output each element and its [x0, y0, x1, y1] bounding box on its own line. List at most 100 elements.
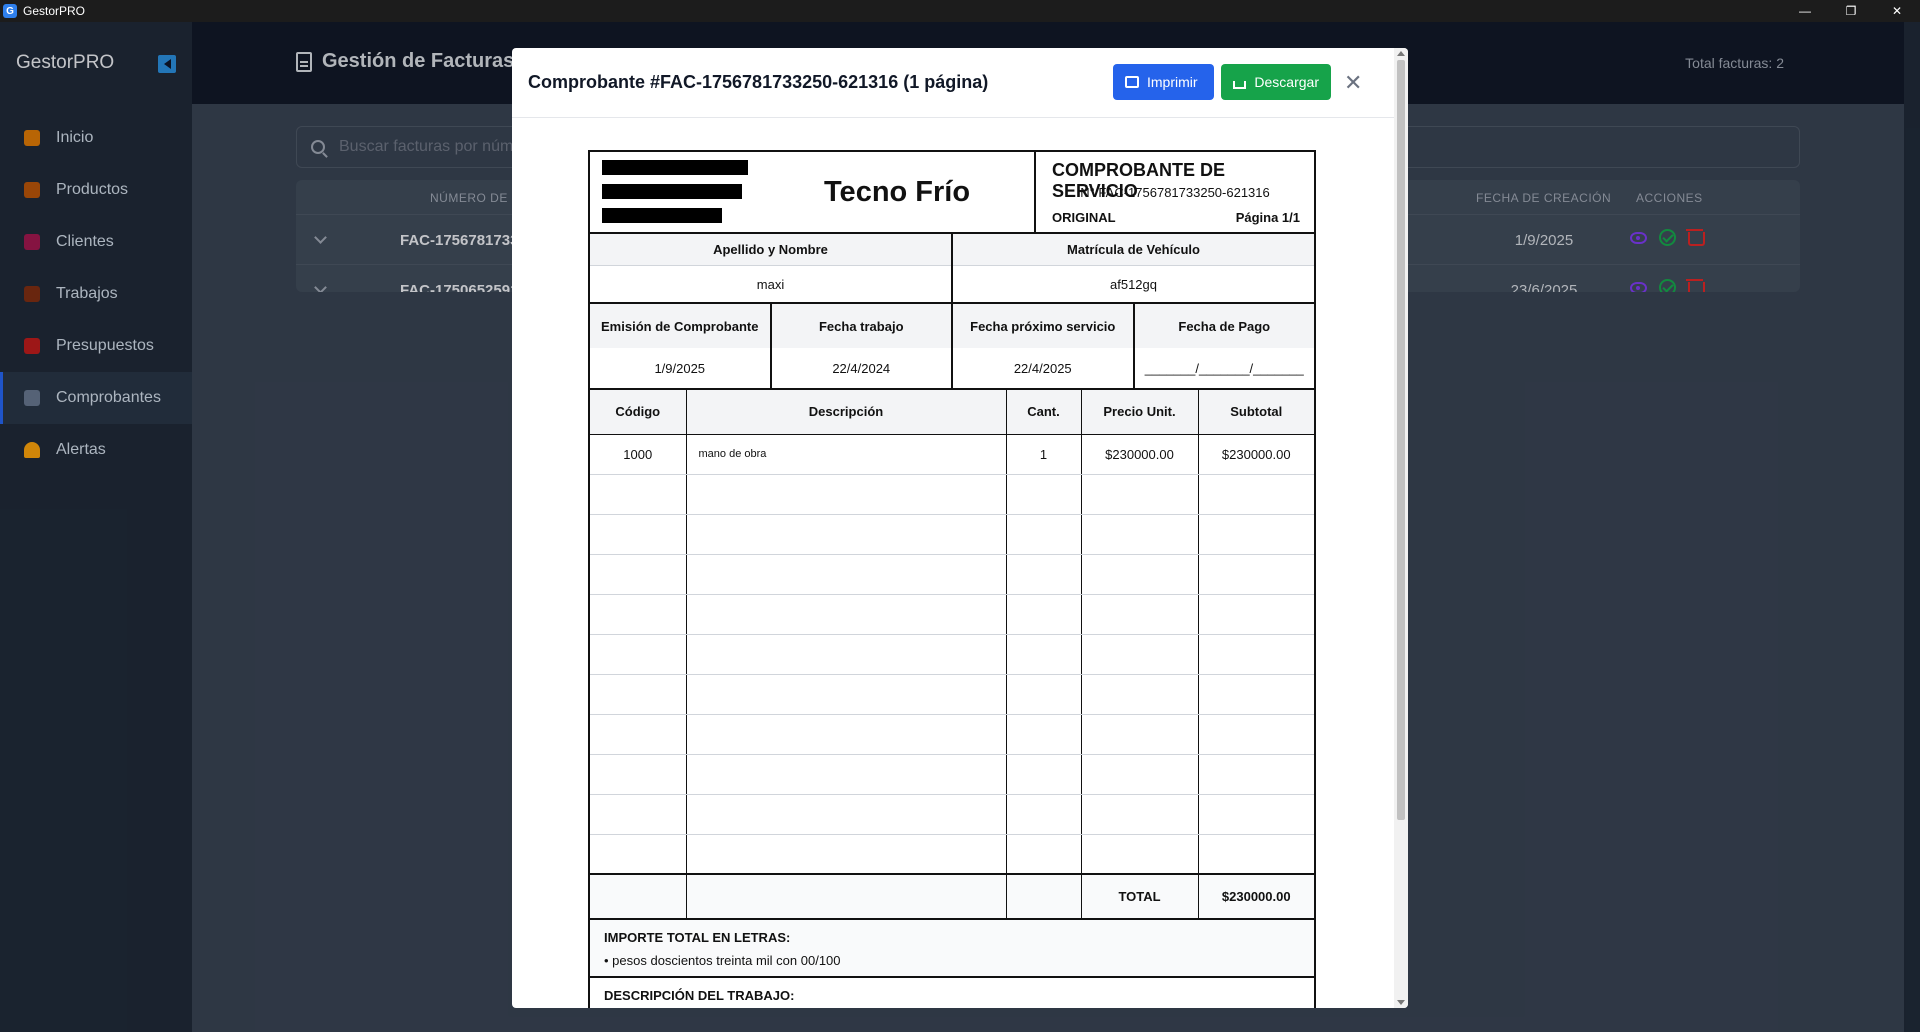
- modal-header: Comprobante #FAC-1756781733250-621316 (1…: [512, 48, 1408, 118]
- print-button[interactable]: Imprimir: [1113, 64, 1214, 100]
- close-window-button[interactable]: ✕: [1874, 0, 1920, 22]
- empty-item-row: [590, 634, 1314, 675]
- items-header-row: Código Descripción Cant. Precio Unit. Su…: [590, 390, 1314, 435]
- date-value: 1/9/2025: [654, 360, 706, 376]
- company-block: Tecno Frío: [590, 152, 1036, 232]
- empty-cell: [1081, 594, 1199, 635]
- empty-cell: [1006, 594, 1082, 635]
- empty-cell: [1006, 714, 1082, 755]
- client-value: maxi: [756, 276, 785, 292]
- minimize-button[interactable]: —: [1782, 0, 1828, 22]
- total-label: TOTAL: [1081, 873, 1199, 918]
- item-row: 1000 mano de obra 1 $230000.00 $230000.0…: [590, 434, 1314, 475]
- plate-cell: Matrícula de Vehículo af512gq: [953, 234, 1314, 302]
- empty-cell: [590, 794, 687, 835]
- empty-cell: [1006, 834, 1082, 874]
- empty-cell: [590, 714, 687, 755]
- date-cell: Emisión de Comprobante 1/9/2025: [590, 304, 772, 388]
- item-subtotal: $230000.00: [1198, 434, 1314, 475]
- items-body: 1000 mano de obra 1 $230000.00 $230000.0…: [590, 434, 1314, 874]
- empty-cell: [590, 514, 687, 555]
- app-logo-icon: G: [3, 4, 17, 18]
- empty-cell: [686, 754, 1007, 795]
- empty-cell: [686, 634, 1007, 675]
- date-value: _______/_______/_______: [1144, 360, 1304, 376]
- column-header-codigo: Código: [590, 390, 687, 435]
- item-codigo: 1000: [590, 434, 687, 475]
- scroll-up-icon[interactable]: [1397, 51, 1405, 56]
- empty-item-row: [590, 674, 1314, 715]
- date-cell: Fecha de Pago _______/_______/_______: [1134, 304, 1314, 388]
- invoice-document: Tecno Frío COMPROBANTE DE SERVICIO N° FA…: [588, 150, 1316, 1008]
- restore-button[interactable]: ❐: [1828, 0, 1874, 22]
- date-header: Fecha de Pago: [1134, 304, 1314, 348]
- empty-item-row: [590, 474, 1314, 515]
- empty-cell: [1006, 474, 1082, 515]
- company-name: Tecno Frío: [824, 176, 971, 208]
- empty-cell: [1198, 754, 1314, 795]
- empty-cell: [686, 674, 1007, 715]
- empty-cell: [1081, 714, 1199, 755]
- total-empty: [1006, 873, 1082, 918]
- client-cell: Apellido y Nombre maxi: [590, 234, 953, 302]
- empty-cell: [1198, 514, 1314, 555]
- modal-scrollbar[interactable]: [1394, 48, 1408, 1008]
- document-page: Página 1/1: [1235, 210, 1300, 225]
- document-number: N° FAC-1756781733250-621316: [1080, 185, 1270, 200]
- date-cell: Fecha próximo servicio 22/4/2025: [953, 304, 1135, 388]
- date-value: 22/4/2025: [1013, 360, 1072, 376]
- empty-cell: [1081, 634, 1199, 675]
- empty-cell: [590, 634, 687, 675]
- empty-cell: [1006, 514, 1082, 555]
- empty-cell: [1198, 634, 1314, 675]
- empty-item-row: [590, 554, 1314, 595]
- empty-cell: [1081, 754, 1199, 795]
- client-info: Apellido y Nombre maxi Matrícula de Vehí…: [590, 234, 1314, 304]
- download-button[interactable]: Descargar: [1221, 64, 1331, 100]
- print-label: Imprimir: [1147, 74, 1198, 90]
- empty-item-row: [590, 514, 1314, 555]
- empty-item-row: [590, 794, 1314, 835]
- empty-cell: [1198, 674, 1314, 715]
- redacted-block: [602, 160, 748, 175]
- column-header-descripcion: Descripción: [686, 390, 1007, 435]
- empty-cell: [686, 594, 1007, 635]
- window-title: GestorPRO: [23, 4, 86, 18]
- empty-cell: [1081, 474, 1199, 515]
- empty-cell: [1198, 594, 1314, 635]
- empty-cell: [1081, 674, 1199, 715]
- amount-in-words-value: • pesos doscientos treinta mil con 00/10…: [604, 953, 841, 968]
- empty-cell: [1006, 674, 1082, 715]
- scrollbar-thumb[interactable]: [1397, 60, 1405, 820]
- empty-cell: [686, 834, 1007, 874]
- empty-cell: [686, 514, 1007, 555]
- client-header: Apellido y Nombre: [590, 234, 951, 266]
- modal-title: Comprobante #FAC-1756781733250-621316 (1…: [528, 72, 989, 92]
- column-header-subtotal: Subtotal: [1198, 390, 1314, 435]
- empty-cell: [686, 794, 1007, 835]
- empty-cell: [686, 474, 1007, 515]
- invoice-header: Tecno Frío COMPROBANTE DE SERVICIO N° FA…: [590, 152, 1314, 234]
- close-icon[interactable]: ✕: [1344, 70, 1362, 96]
- empty-cell: [1081, 794, 1199, 835]
- empty-cell: [1006, 554, 1082, 595]
- items-table: Código Descripción Cant. Precio Unit. Su…: [590, 390, 1314, 918]
- plate-header: Matrícula de Vehículo: [953, 234, 1314, 266]
- total-empty: [590, 873, 687, 918]
- empty-cell: [1198, 794, 1314, 835]
- column-header-cant: Cant.: [1006, 390, 1082, 435]
- empty-cell: [1081, 554, 1199, 595]
- empty-item-row: [590, 714, 1314, 755]
- empty-cell: [590, 594, 687, 635]
- document-info: COMPROBANTE DE SERVICIO N° FAC-175678173…: [1036, 152, 1314, 232]
- total-empty: [686, 873, 1007, 918]
- empty-cell: [1081, 834, 1199, 874]
- redacted-block: [602, 184, 742, 199]
- empty-cell: [1198, 714, 1314, 755]
- scroll-down-icon[interactable]: [1397, 1000, 1405, 1005]
- empty-cell: [590, 834, 687, 874]
- total-row: TOTAL $230000.00: [590, 873, 1314, 918]
- invoice-modal: Comprobante #FAC-1756781733250-621316 (1…: [512, 48, 1408, 1008]
- window-controls: — ❐ ✕: [1782, 0, 1920, 22]
- empty-cell: [590, 474, 687, 515]
